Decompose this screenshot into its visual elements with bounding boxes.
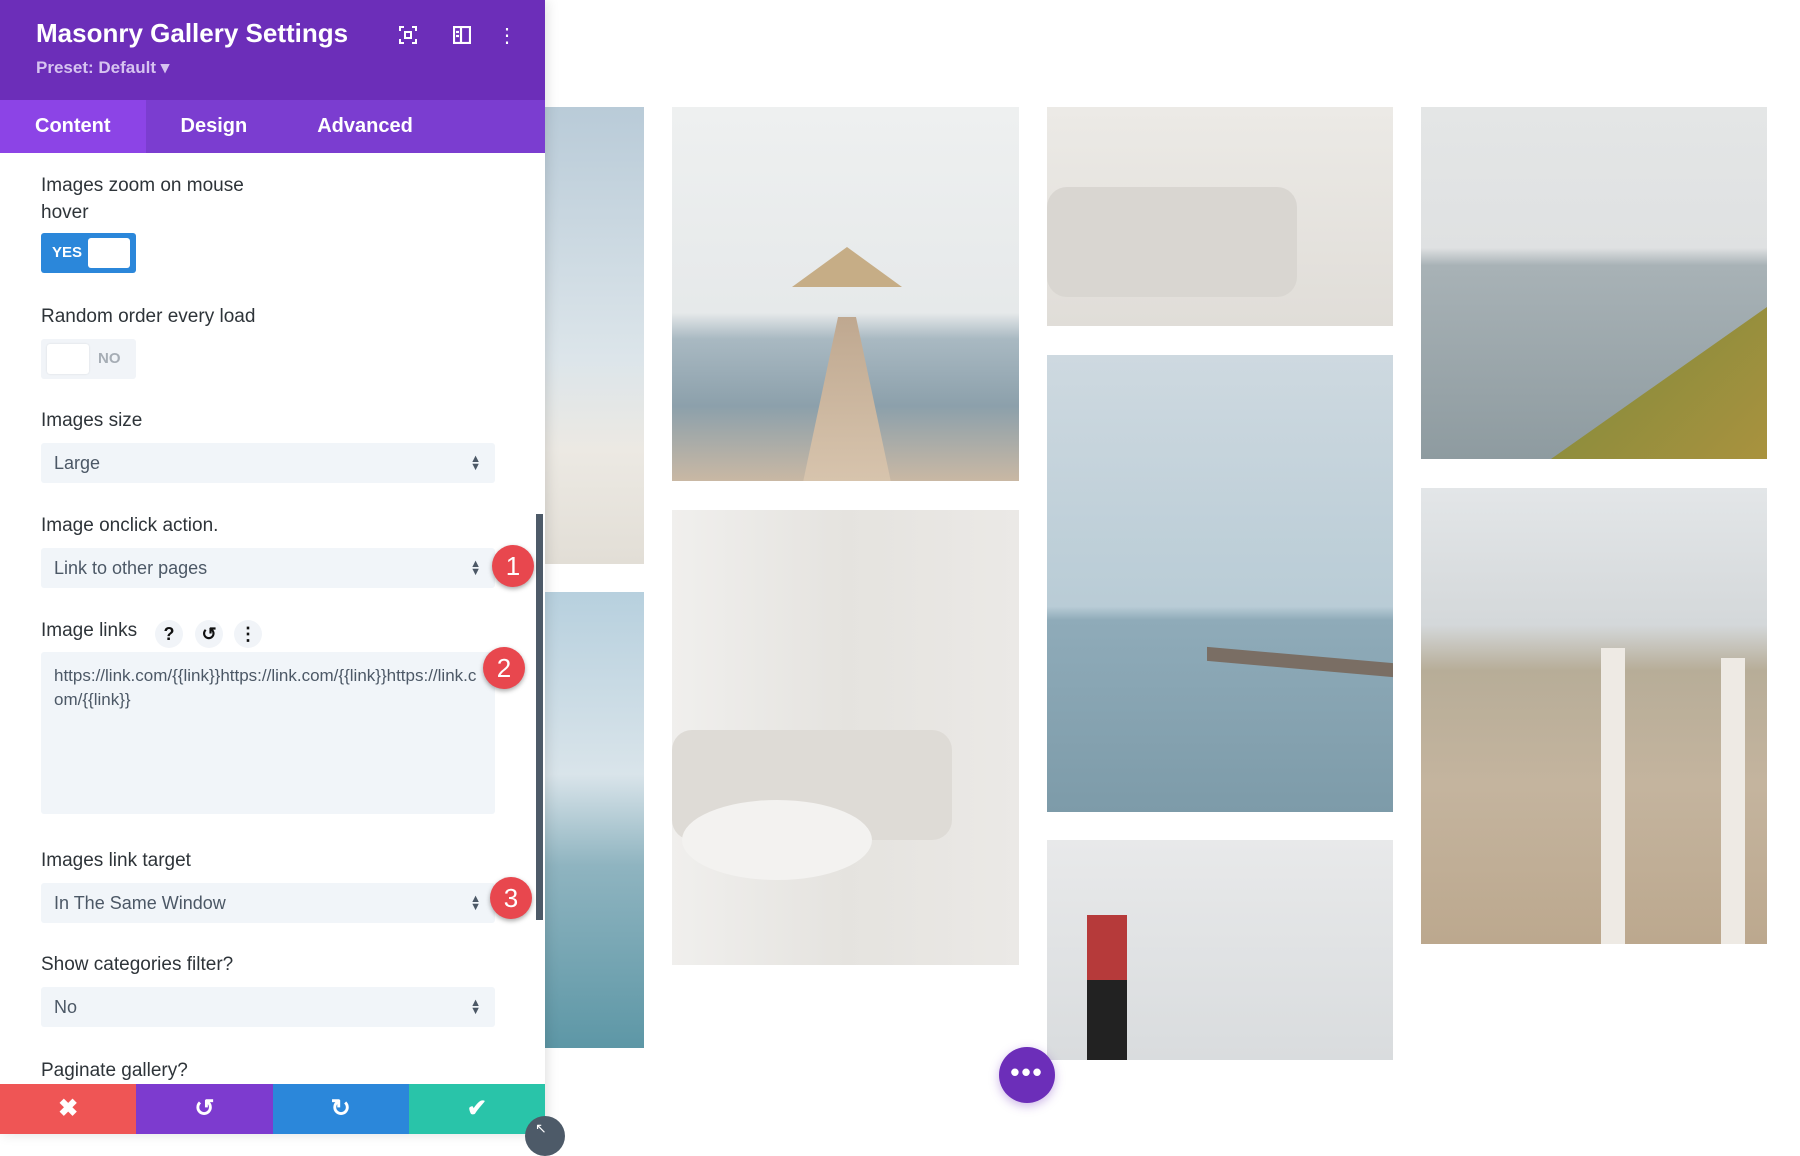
check-icon: ✔: [466, 1095, 487, 1122]
focus-icon[interactable]: [395, 22, 421, 48]
categories-filter-label: Show categories filter?: [41, 954, 234, 975]
preset-dropdown[interactable]: Preset: Default ▾: [36, 58, 169, 78]
select-arrows-icon: ▲ ▼: [470, 558, 481, 578]
gallery-image[interactable]: [672, 107, 1019, 481]
tab-content[interactable]: Content: [0, 100, 146, 153]
zoom-hover-toggle[interactable]: YES: [41, 233, 136, 273]
gallery-image[interactable]: [1047, 840, 1393, 1060]
more-vertical-icon[interactable]: ⋮: [494, 22, 520, 48]
link-target-label: Images link target: [41, 850, 191, 871]
more-vertical-icon[interactable]: ⋮: [234, 620, 262, 648]
gallery-image[interactable]: [545, 592, 644, 1048]
zoom-hover-label-2: hover: [41, 202, 89, 223]
annotation-badge-1: 1: [492, 545, 534, 587]
random-order-label: Random order every load: [41, 306, 256, 327]
select-value: Link to other pages: [54, 558, 208, 578]
image-links-textarea[interactable]: https://link.com/{{link}}https://link.co…: [41, 652, 495, 814]
toggle-knob: [47, 344, 89, 374]
categories-filter-select[interactable]: No ▲ ▼: [41, 987, 495, 1027]
toggle-state: NO: [98, 350, 121, 367]
images-size-label: Images size: [41, 410, 143, 431]
onclick-action-select[interactable]: Link to other pages ▲ ▼: [41, 548, 495, 588]
onclick-action-label: Image onclick action.: [41, 515, 219, 536]
settings-panel: Masonry Gallery Settings Preset: Default…: [0, 0, 545, 1134]
link-target-select[interactable]: In The Same Window ▲ ▼: [41, 883, 495, 923]
redo-button[interactable]: ↻: [272, 1084, 409, 1134]
random-order-toggle[interactable]: NO: [41, 339, 136, 379]
gallery-image[interactable]: [545, 107, 644, 564]
select-arrows-icon: ▲ ▼: [470, 893, 481, 913]
toggle-knob: [88, 238, 130, 268]
tab-advanced[interactable]: Advanced: [282, 100, 448, 153]
scrollbar[interactable]: [536, 514, 543, 920]
more-options-button[interactable]: •••: [999, 1047, 1055, 1103]
more-horizontal-icon: •••: [1010, 1057, 1044, 1087]
annotation-badge-2: 2: [483, 647, 525, 689]
save-button[interactable]: ✔: [408, 1084, 545, 1134]
gallery-image[interactable]: [1047, 107, 1393, 326]
panel-title: Masonry Gallery Settings: [36, 18, 349, 48]
undo-button[interactable]: ↺: [136, 1084, 273, 1134]
zoom-hover-label: Images zoom on mouse: [41, 175, 244, 196]
tab-bar: Content Design Advanced: [0, 100, 545, 153]
gallery-image[interactable]: [1421, 488, 1767, 944]
gallery-image[interactable]: [1047, 355, 1393, 812]
select-value: Large: [54, 453, 101, 473]
undo-icon: ↺: [194, 1095, 215, 1122]
images-size-select[interactable]: Large ▲ ▼: [41, 443, 495, 483]
close-icon: ✖: [58, 1095, 79, 1122]
reset-icon[interactable]: ↺: [195, 620, 223, 648]
redo-icon: ↻: [330, 1095, 351, 1122]
cancel-button[interactable]: ✖: [0, 1084, 137, 1134]
tab-design[interactable]: Design: [146, 100, 283, 153]
paginate-label: Paginate gallery?: [41, 1060, 188, 1081]
select-value: In The Same Window: [54, 893, 226, 913]
split-view-icon[interactable]: [449, 22, 475, 48]
select-value: No: [54, 997, 78, 1017]
resize-handle-icon[interactable]: ↖: [525, 1116, 565, 1156]
toggle-state: YES: [52, 244, 83, 261]
help-icon[interactable]: ?: [155, 620, 183, 648]
panel-header: Masonry Gallery Settings Preset: Default…: [0, 0, 545, 100]
gallery-image[interactable]: [1421, 107, 1767, 459]
select-arrows-icon: ▲ ▼: [470, 453, 481, 473]
image-links-label: Image links: [41, 620, 138, 641]
select-arrows-icon: ▲ ▼: [470, 997, 481, 1017]
gallery-image[interactable]: [672, 510, 1019, 965]
bottom-action-bar: ✖ ↺ ↻ ✔: [0, 1084, 545, 1134]
annotation-badge-3: 3: [490, 877, 532, 919]
